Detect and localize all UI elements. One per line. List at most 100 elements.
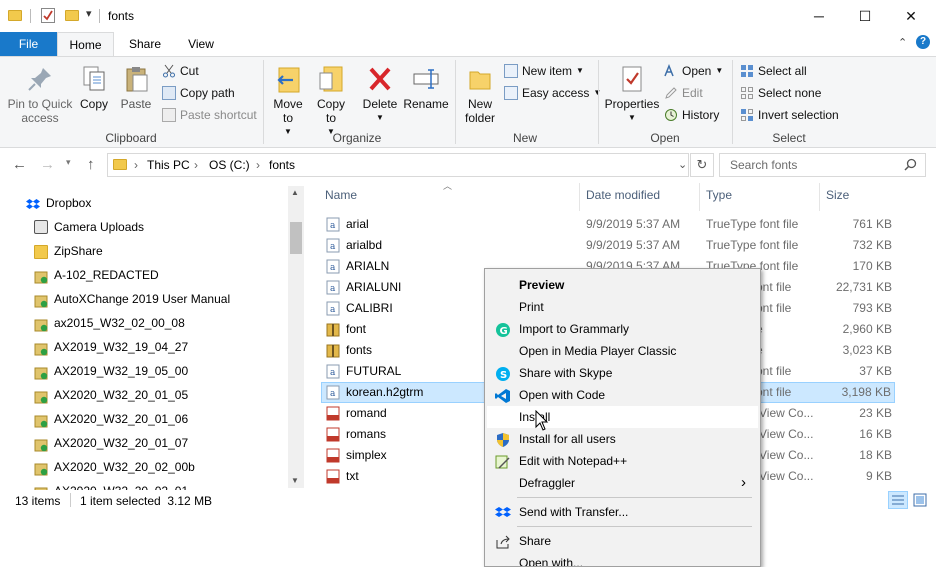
- menu-item-install[interactable]: Install: [487, 406, 758, 428]
- scroll-down-icon[interactable]: ▼: [291, 476, 299, 485]
- nav-item-camera-uploads[interactable]: Camera Uploads: [0, 215, 290, 239]
- move-to-button[interactable]: Move to ▼: [268, 64, 308, 139]
- menu-item-print[interactable]: Print: [487, 296, 758, 318]
- invert-selection-button[interactable]: Invert selection: [740, 105, 839, 125]
- nav-item-folder[interactable]: AX2019_W32_19_05_00: [0, 359, 290, 383]
- menu-item-install-all-users[interactable]: Install for all users: [487, 428, 758, 450]
- address-bar[interactable]: › This PC › OS (C:) › fonts ⌄: [107, 153, 689, 177]
- select-all-button[interactable]: Select all: [740, 61, 807, 81]
- tab-home[interactable]: Home: [57, 32, 114, 56]
- new-folder-button[interactable]: New folder: [459, 64, 501, 125]
- tab-file[interactable]: File: [0, 32, 57, 56]
- refresh-icon[interactable]: ↻: [690, 153, 714, 177]
- large-icons-view-icon[interactable]: [912, 492, 928, 508]
- breadcrumb-fonts[interactable]: fonts: [269, 158, 295, 172]
- invert-selection-icon: [740, 108, 754, 122]
- menu-item-media-player-classic[interactable]: Open in Media Player Classic: [487, 340, 758, 362]
- nav-item-folder[interactable]: AX2020_W32_20_02_00b: [0, 455, 290, 479]
- scrollbar-thumb[interactable]: [290, 222, 302, 254]
- forward-arrow-icon[interactable]: →: [40, 156, 55, 173]
- copy-path-button[interactable]: Copy path: [162, 83, 235, 103]
- window-bottom-area: [0, 512, 936, 567]
- column-divider[interactable]: [579, 183, 580, 211]
- paste-button[interactable]: Paste: [118, 64, 154, 111]
- nav-item-folder[interactable]: AX2020_W32_20_01_06: [0, 407, 290, 431]
- svg-text:a: a: [330, 284, 336, 294]
- copy-label: Copy: [79, 97, 108, 111]
- nav-item-folder[interactable]: AX2020_W32_20_02_01: [0, 479, 290, 490]
- menu-item-preview[interactable]: Preview: [487, 274, 758, 296]
- menu-item-send-transfer[interactable]: Send with Transfer...: [487, 501, 758, 523]
- select-none-icon: [740, 86, 754, 100]
- easy-access-button[interactable]: Easy access▼: [504, 83, 601, 103]
- nav-item-label: AX2020_W32_20_01_06: [54, 412, 189, 426]
- menu-item-open-with-code[interactable]: Open with Code: [487, 384, 758, 406]
- nav-item-folder[interactable]: AX2020_W32_20_01_07: [0, 431, 290, 455]
- nav-item-dropbox[interactable]: Dropbox: [0, 191, 290, 215]
- column-divider[interactable]: [819, 183, 820, 211]
- file-date: 9/9/2019 5:37 AM: [586, 217, 681, 231]
- delete-button[interactable]: Delete ▼: [360, 64, 400, 125]
- open-label: Open: [682, 64, 712, 78]
- folder-icon: [8, 10, 22, 21]
- properties-qa-icon[interactable]: [41, 8, 55, 23]
- file-size: 23 KB: [859, 406, 892, 420]
- edit-button[interactable]: Edit: [664, 83, 703, 103]
- open-button[interactable]: Open ▼: [664, 61, 723, 81]
- minimize-button[interactable]: ─: [796, 0, 842, 32]
- menu-item-import-grammarly[interactable]: G Import to Grammarly: [487, 318, 758, 340]
- copy-to-button[interactable]: Copy to ▼: [311, 64, 351, 139]
- rename-button[interactable]: Rename: [403, 64, 449, 111]
- maximize-button[interactable]: ☐: [842, 0, 888, 32]
- menu-item-defraggler[interactable]: Defraggler ›: [487, 472, 758, 494]
- column-size[interactable]: Size: [826, 188, 849, 206]
- breadcrumb-this-pc[interactable]: This PC: [147, 158, 190, 172]
- easy-access-label: Easy access: [522, 86, 590, 100]
- paste-shortcut-label: Paste shortcut: [180, 108, 257, 122]
- nav-item-folder[interactable]: AX2020_W32_20_01_05: [0, 383, 290, 407]
- select-none-button[interactable]: Select none: [740, 83, 821, 103]
- new-folder-qa-icon[interactable]: [65, 10, 79, 21]
- pin-quick-access-button[interactable]: Pin to Quick access: [6, 64, 74, 125]
- details-view-icon[interactable]: [888, 491, 908, 509]
- tab-view[interactable]: View: [176, 32, 226, 56]
- column-type[interactable]: Type: [706, 188, 732, 206]
- paste-shortcut-button[interactable]: Paste shortcut: [162, 105, 257, 125]
- column-name[interactable]: Name: [325, 188, 357, 206]
- address-history-chevron-icon[interactable]: ⌄: [678, 158, 687, 171]
- column-divider[interactable]: [699, 183, 700, 211]
- nav-item-zipshare[interactable]: ZipShare: [0, 239, 290, 263]
- nav-item-folder[interactable]: ax2015_W32_02_00_08: [0, 311, 290, 335]
- menu-item-open-with[interactable]: Open with...: [487, 552, 758, 566]
- file-row-arial[interactable]: a arial 9/9/2019 5:37 AM TrueType font f…: [321, 214, 895, 235]
- nav-item-folder[interactable]: AX2019_W32_19_04_27: [0, 335, 290, 359]
- properties-button[interactable]: Properties ▼: [604, 64, 660, 125]
- column-date-modified[interactable]: Date modified: [586, 188, 660, 206]
- close-button[interactable]: ✕: [888, 0, 934, 32]
- history-button[interactable]: History: [664, 105, 719, 125]
- menu-item-share-skype[interactable]: S Share with Skype: [487, 362, 758, 384]
- breadcrumb-os-c[interactable]: OS (C:): [209, 158, 250, 172]
- menu-item-share[interactable]: Share: [487, 530, 758, 552]
- menu-item-label: Import to Grammarly: [519, 322, 630, 336]
- search-box[interactable]: Search fonts: [719, 153, 926, 177]
- tab-share[interactable]: Share: [120, 32, 170, 56]
- cut-button[interactable]: Cut: [162, 61, 199, 81]
- help-icon[interactable]: ?: [916, 35, 930, 49]
- font-file-icon: a: [326, 259, 340, 274]
- file-row-arialbd[interactable]: a arialbd 9/9/2019 5:37 AM TrueType font…: [321, 235, 895, 256]
- back-arrow-icon[interactable]: ←: [12, 156, 27, 173]
- collapse-ribbon-icon[interactable]: ⌃: [898, 36, 907, 49]
- nav-item-folder[interactable]: AutoXChange 2019 User Manual: [0, 287, 290, 311]
- up-arrow-icon[interactable]: ↑: [87, 156, 95, 173]
- new-item-button[interactable]: New item ▼: [504, 61, 584, 81]
- customize-qa-toolbar-icon[interactable]: ▾: [86, 7, 92, 20]
- menu-item-edit-notepad[interactable]: Edit with Notepad++: [487, 450, 758, 472]
- file-size: 3,198 KB: [841, 385, 891, 399]
- copy-button[interactable]: Copy: [76, 64, 112, 111]
- scroll-up-icon[interactable]: ▲: [291, 188, 299, 197]
- nav-item-folder[interactable]: A-102_REDACTED: [0, 263, 290, 287]
- navigation-pane[interactable]: Dropbox Camera Uploads ZipShare A-102_RE…: [0, 186, 306, 490]
- search-icon[interactable]: [904, 158, 917, 174]
- recent-locations-icon[interactable]: ▾: [66, 157, 71, 168]
